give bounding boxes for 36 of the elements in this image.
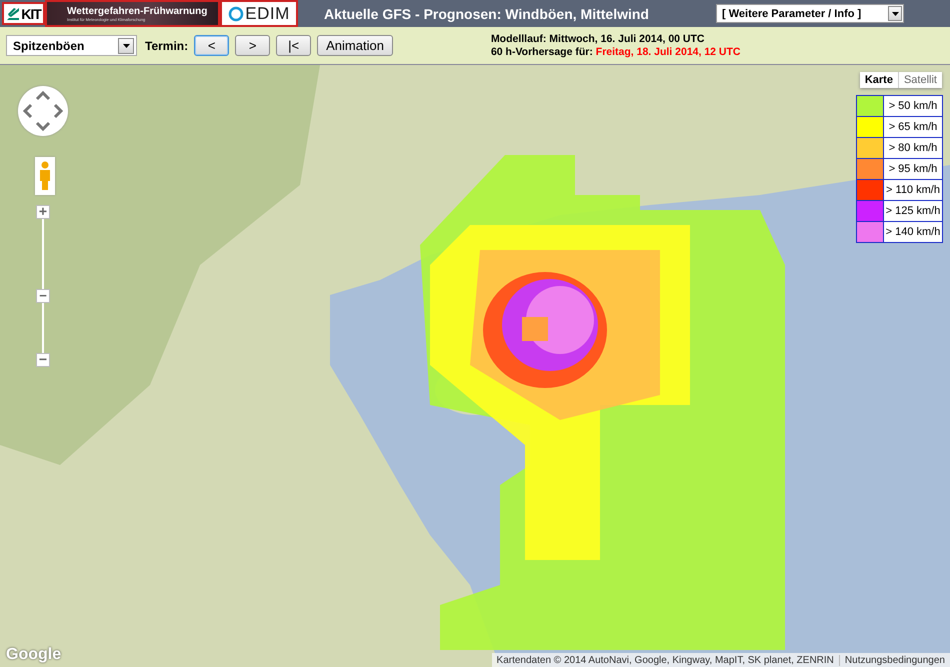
legend-label: > 125 km/h	[884, 201, 942, 221]
forecast-time: Freitag, 18. Juli 2014, 12 UTC	[596, 46, 741, 58]
step-button[interactable]: >	[235, 35, 270, 56]
parameter-select[interactable]: Spitzenböen	[6, 35, 137, 56]
step-button[interactable]: <	[194, 35, 230, 56]
map-type-tab[interactable]: Karte	[860, 72, 898, 88]
caret-icon	[122, 44, 130, 48]
page-title: Aktuelle GFS - Prognosen: Windböen, Mittelwind	[324, 6, 650, 22]
ring-icon	[228, 6, 244, 22]
legend-label: > 80 km/h	[884, 138, 942, 158]
caret-icon	[892, 12, 898, 16]
legend-label: > 110 km/h	[884, 180, 942, 200]
slider-handle[interactable]: −	[36, 288, 50, 303]
termin-label: Termin:	[145, 38, 188, 52]
step-button[interactable]: |<	[276, 35, 312, 56]
legend-label: > 140 km/h	[884, 222, 942, 242]
banner-title: Wettergefahren-Frühwarnung	[67, 6, 208, 16]
person-icon	[39, 161, 51, 191]
kit-emblem-icon	[6, 6, 20, 20]
google-logo: Google	[6, 646, 62, 664]
legend-label: > 65 km/h	[884, 117, 942, 137]
terms-link[interactable]: Nutzungsbedingungen	[838, 654, 950, 666]
kit-logo: KIT	[21, 6, 41, 22]
model-run-label: Modelllauf:	[490, 32, 546, 44]
parameter-dropdown[interactable]: [ Weitere Parameter / Info ]	[716, 4, 904, 23]
model-run-text: Mittwoch, 16. Juli 2014, 00 UTC	[549, 32, 704, 44]
zoom-in-button[interactable]: +	[36, 205, 50, 219]
legend-label: > 50 km/h	[884, 96, 942, 116]
zoom-out-button[interactable]: −	[36, 353, 50, 367]
forecast-label: 60 h-Vorhersage für:	[490, 46, 593, 58]
animation-button[interactable]: Animation	[317, 35, 393, 56]
zoom-slider[interactable]: −	[36, 219, 50, 353]
attribution-text: Kartendaten © 2014 AutoNavi, Google, Kingway, MapIT, SK planet, ZENRIN	[496, 654, 835, 666]
map-type-tab[interactable]: Satellit	[898, 72, 942, 88]
cedim-logo: EDIM	[245, 4, 290, 24]
legend-label: > 95 km/h	[884, 159, 942, 179]
